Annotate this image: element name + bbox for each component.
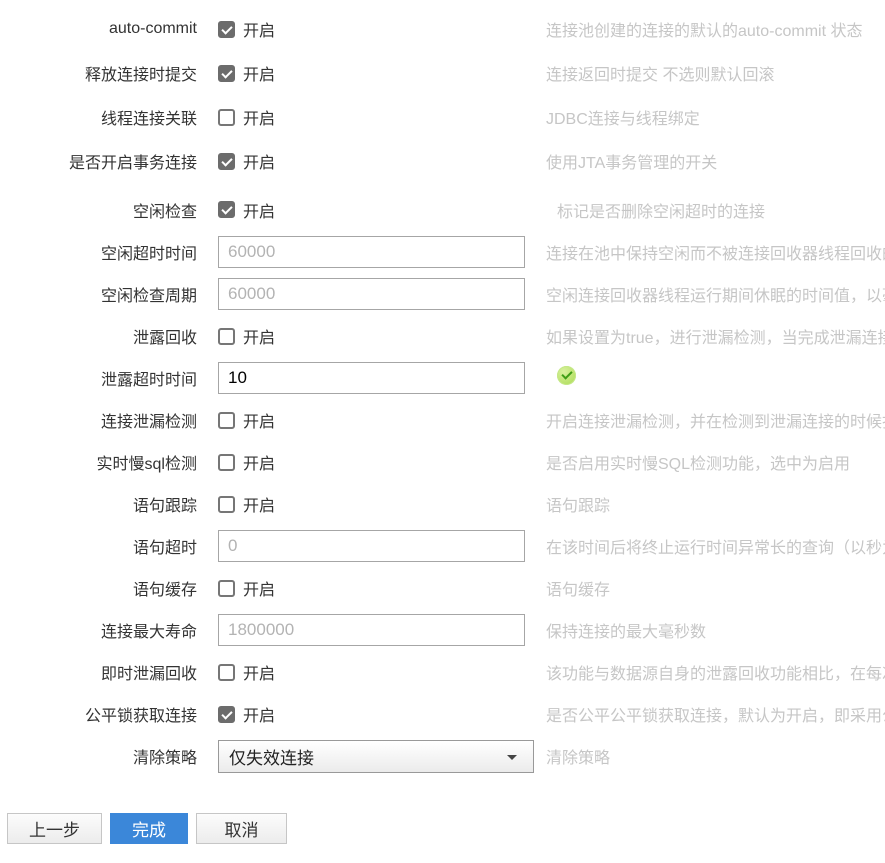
help-text: 空闲连接回收器线程运行期间休眠的时间值，以毫秒为单位 bbox=[546, 282, 885, 306]
field-label: 空闲检查 bbox=[0, 198, 197, 222]
commit-on-return-checkbox[interactable] bbox=[218, 65, 235, 82]
form-row: 连接泄漏检测 开启 开启连接泄漏检测，并在检测到泄漏连接的时候打印日志 bbox=[0, 399, 885, 441]
form-row: 语句超时 在该时间后将终止运行时间异常长的查询（以秒为单位） bbox=[0, 525, 885, 567]
connection-pool-settings-form: auto-commit 开启 连接池创建的连接的默认的auto-commit 状… bbox=[0, 0, 885, 844]
field-label: 清除策略 bbox=[0, 744, 197, 768]
max-lifetime-input[interactable] bbox=[218, 614, 525, 646]
purge-policy-selected-value: 仅失效连接 bbox=[229, 744, 314, 769]
help-text: 使用JTA事务管理的开关 bbox=[546, 149, 885, 173]
form-row: 连接最大寿命 保持连接的最大毫秒数 bbox=[0, 609, 885, 651]
slow-sql-detect-checkbox[interactable] bbox=[218, 454, 235, 471]
auto-commit-checkbox[interactable] bbox=[218, 21, 235, 38]
help-text: 该功能与数据源自身的泄露回收功能相比，在每次获取连接时检测 bbox=[546, 660, 885, 684]
field-label: 即时泄漏回收 bbox=[0, 660, 197, 684]
help-text: 标记是否删除空闲超时的连接 bbox=[546, 198, 885, 222]
statement-cache-checkbox[interactable] bbox=[218, 580, 235, 597]
form-row: 空闲检查 开启 标记是否删除空闲超时的连接 bbox=[0, 188, 885, 231]
idle-check-period-input[interactable] bbox=[218, 278, 525, 310]
toggle-label: 开启 bbox=[243, 149, 275, 173]
form-row: 清除策略 仅失效连接 清除策略 bbox=[0, 735, 885, 777]
form-row: 是否开启事务连接 开启 使用JTA事务管理的开关 bbox=[0, 139, 885, 183]
form-row: 公平锁获取连接 开启 是否公平公平锁获取连接，默认为开启，即采用公平锁 bbox=[0, 693, 885, 735]
field-label: 语句超时 bbox=[0, 534, 197, 558]
help-text: 保持连接的最大毫秒数 bbox=[546, 618, 885, 642]
field-label: 空闲检查周期 bbox=[0, 282, 197, 306]
connection-leak-detect-checkbox[interactable] bbox=[218, 412, 235, 429]
fair-lock-checkbox[interactable] bbox=[218, 706, 235, 723]
help-text: 如果设置为true，进行泄漏检测，当完成泄漏连接回收 bbox=[546, 324, 885, 348]
toggle-label: 开启 bbox=[243, 61, 275, 85]
help-text: 在该时间后将终止运行时间异常长的查询（以秒为单位） bbox=[546, 534, 885, 558]
form-row: 线程连接关联 开启 JDBC连接与线程绑定 bbox=[0, 95, 885, 139]
help-text: 是否公平公平锁获取连接，默认为开启，即采用公平锁 bbox=[546, 702, 885, 726]
field-label: 是否开启事务连接 bbox=[0, 149, 197, 173]
help-text: 清除策略 bbox=[546, 744, 885, 768]
field-label: 实时慢sql检测 bbox=[0, 450, 197, 474]
statement-trace-checkbox[interactable] bbox=[218, 496, 235, 513]
instant-leak-recycle-checkbox[interactable] bbox=[218, 664, 235, 681]
idle-timeout-input[interactable] bbox=[218, 236, 525, 268]
toggle-label: 开启 bbox=[243, 576, 275, 600]
field-label: 空闲超时时间 bbox=[0, 240, 197, 264]
field-label: 语句缓存 bbox=[0, 576, 197, 600]
field-label: 线程连接关联 bbox=[0, 105, 197, 129]
form-row: 释放连接时提交 开启 连接返回时提交 不选则默认回滚 bbox=[0, 51, 885, 95]
field-label: 泄露超时时间 bbox=[0, 366, 197, 390]
toggle-label: 开启 bbox=[243, 660, 275, 684]
toggle-label: 开启 bbox=[243, 105, 275, 129]
help-text: 开启连接泄漏检测，并在检测到泄漏连接的时候打印日志 bbox=[546, 408, 885, 432]
form-row: 实时慢sql检测 开启 是否启用实时慢SQL检测功能，选中为启用 bbox=[0, 441, 885, 483]
toggle-label: 开启 bbox=[243, 17, 275, 41]
field-label: auto-commit bbox=[0, 20, 197, 38]
leak-timeout-input[interactable] bbox=[218, 362, 525, 394]
form-row: 空闲检查周期 空闲连接回收器线程运行期间休眠的时间值，以毫秒为单位 bbox=[0, 273, 885, 315]
help-text: 语句缓存 bbox=[546, 576, 885, 600]
idle-check-checkbox[interactable] bbox=[218, 201, 235, 218]
field-label: 语句跟踪 bbox=[0, 492, 197, 516]
form-row: 空闲超时时间 连接在池中保持空闲而不被连接回收器线程回收的最小时间值 bbox=[0, 231, 885, 273]
form-row: 即时泄漏回收 开启 该功能与数据源自身的泄露回收功能相比，在每次获取连接时检测 bbox=[0, 651, 885, 693]
toggle-label: 开启 bbox=[243, 198, 275, 222]
help-text: 连接在池中保持空闲而不被连接回收器线程回收的最小时间值 bbox=[546, 240, 885, 264]
toggle-label: 开启 bbox=[243, 702, 275, 726]
form-row: 语句缓存 开启 语句缓存 bbox=[0, 567, 885, 609]
purge-policy-select[interactable]: 仅失效连接 bbox=[218, 740, 534, 773]
help-text: JDBC连接与线程绑定 bbox=[546, 105, 885, 129]
help-text: 连接池创建的连接的默认的auto-commit 状态 bbox=[546, 17, 885, 41]
success-check-icon bbox=[557, 366, 576, 385]
finish-button[interactable]: 完成 bbox=[110, 813, 188, 844]
field-label: 释放连接时提交 bbox=[0, 61, 197, 85]
form-row: 语句跟踪 开启 语句跟踪 bbox=[0, 483, 885, 525]
cancel-button[interactable]: 取消 bbox=[196, 813, 287, 844]
form-row: 泄露超时时间 bbox=[0, 357, 885, 399]
help-status bbox=[546, 366, 885, 390]
field-label: 连接泄漏检测 bbox=[0, 408, 197, 432]
help-text: 语句跟踪 bbox=[546, 492, 885, 516]
leak-recycle-checkbox[interactable] bbox=[218, 328, 235, 345]
toggle-label: 开启 bbox=[243, 324, 275, 348]
field-label: 连接最大寿命 bbox=[0, 618, 197, 642]
field-label: 泄露回收 bbox=[0, 324, 197, 348]
thread-connection-checkbox[interactable] bbox=[218, 109, 235, 126]
wizard-footer: 上一步 完成 取消 bbox=[7, 813, 885, 844]
form-row: 泄露回收 开启 如果设置为true，进行泄漏检测，当完成泄漏连接回收 bbox=[0, 315, 885, 357]
toggle-label: 开启 bbox=[243, 492, 275, 516]
statement-timeout-input[interactable] bbox=[218, 530, 525, 562]
chevron-down-icon bbox=[507, 755, 517, 760]
jta-transaction-checkbox[interactable] bbox=[218, 153, 235, 170]
toggle-label: 开启 bbox=[243, 408, 275, 432]
field-label: 公平锁获取连接 bbox=[0, 702, 197, 726]
previous-step-button[interactable]: 上一步 bbox=[7, 813, 102, 844]
help-text: 连接返回时提交 不选则默认回滚 bbox=[546, 61, 885, 85]
toggle-label: 开启 bbox=[243, 450, 275, 474]
help-text: 是否启用实时慢SQL检测功能，选中为启用 bbox=[546, 450, 885, 474]
form-row: auto-commit 开启 连接池创建的连接的默认的auto-commit 状… bbox=[0, 7, 885, 51]
